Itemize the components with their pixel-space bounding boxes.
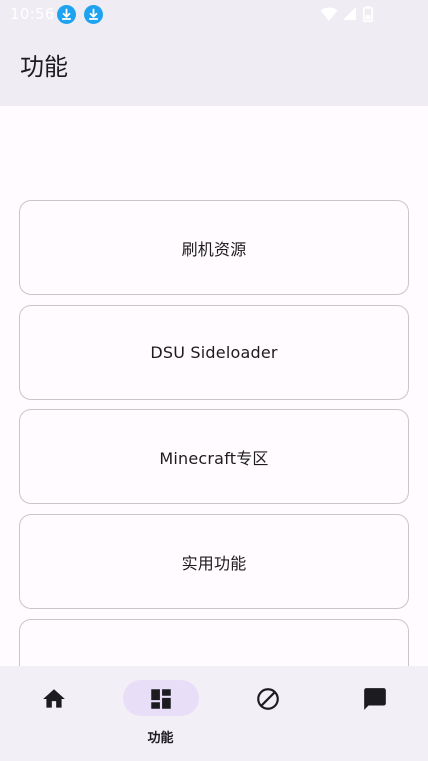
- status-time: 10:56: [10, 5, 55, 23]
- feature-card-minecraft[interactable]: Minecraft专区: [19, 409, 409, 504]
- nav-label: 功能: [147, 731, 174, 746]
- status-bar: 10:56: [0, 0, 428, 30]
- bottom-navigation: 功能: [0, 666, 428, 761]
- feature-card-label: 刷机资源: [181, 239, 247, 259]
- battery-icon: [363, 6, 373, 22]
- block-icon: [256, 688, 279, 710]
- feature-list[interactable]: 刷机资源 DSU Sideloader Minecraft专区 实用功能: [0, 106, 428, 666]
- feature-card-partial[interactable]: [19, 619, 409, 666]
- home-icon: [42, 689, 65, 708]
- download-notification-icon: [84, 5, 103, 24]
- nav-item-features[interactable]: 功能: [107, 666, 214, 761]
- wifi-icon: [320, 7, 338, 21]
- feature-card-label: Minecraft专区: [159, 448, 269, 468]
- feature-card-utilities[interactable]: 实用功能: [19, 514, 409, 609]
- top-app-bar: 功能: [0, 30, 428, 106]
- nav-item-block[interactable]: [214, 666, 321, 761]
- nav-item-home[interactable]: [0, 666, 107, 761]
- feature-card-dsu-sideloader[interactable]: DSU Sideloader: [19, 305, 409, 400]
- dashboard-icon: [150, 689, 171, 709]
- feature-card-label: 实用功能: [181, 553, 247, 573]
- feature-card-flash-resources[interactable]: 刷机资源: [19, 200, 409, 295]
- cell-signal-icon: [343, 7, 356, 20]
- download-notification-icon: [57, 5, 76, 24]
- feature-card-label: DSU Sideloader: [150, 343, 278, 362]
- chat-icon: [363, 688, 386, 710]
- nav-item-chat[interactable]: [321, 666, 428, 761]
- page-title: 功能: [20, 53, 68, 81]
